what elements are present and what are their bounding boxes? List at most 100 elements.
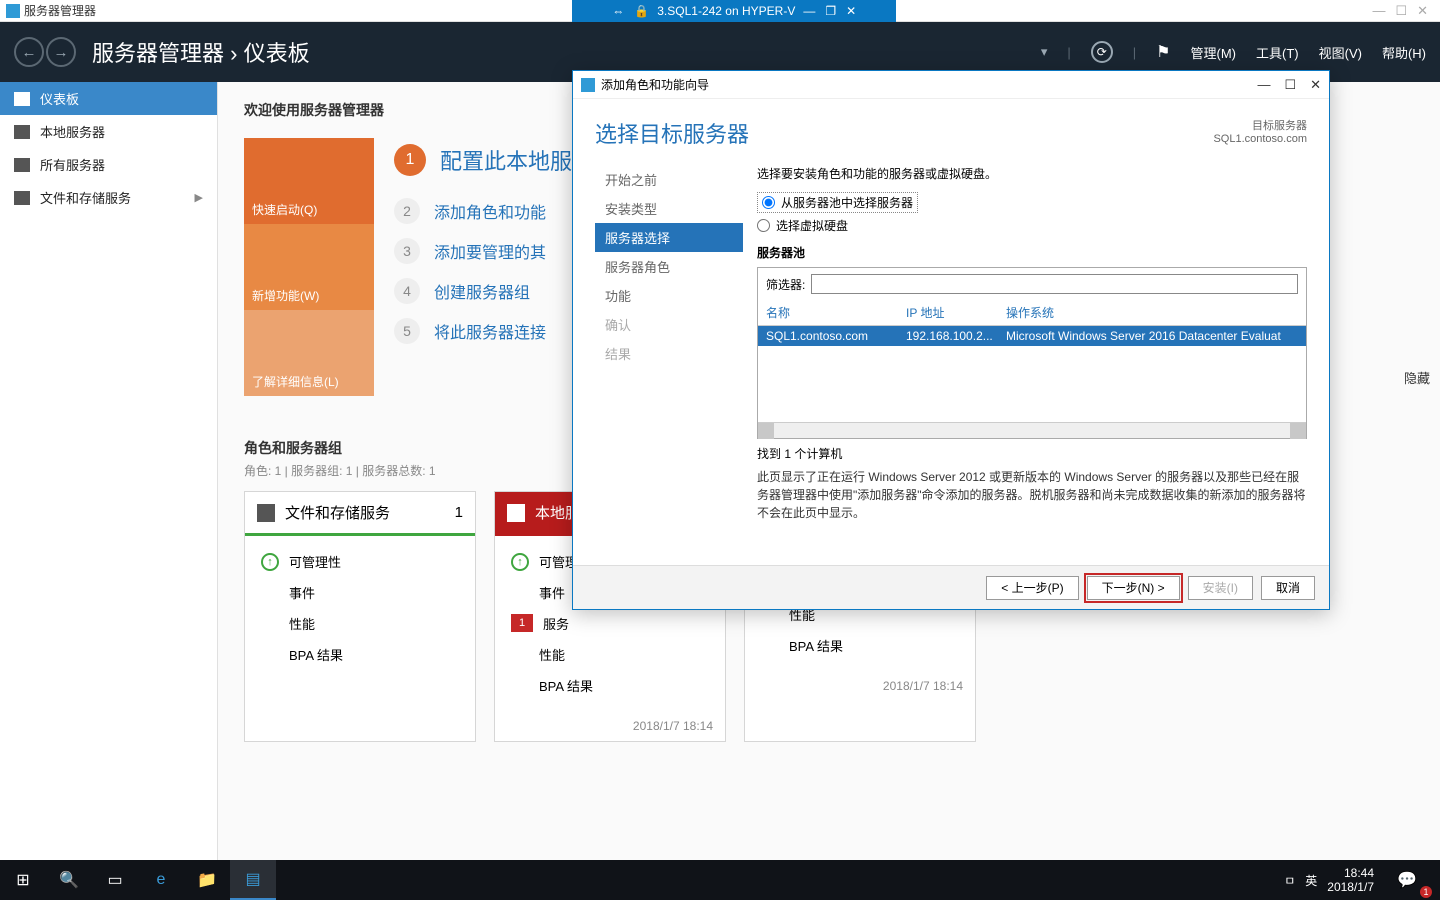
local-bpa-label: BPA 结果 xyxy=(539,676,593,695)
sidebar-label-file: 文件和存储服务 xyxy=(40,188,131,207)
menu-tools[interactable]: 工具(T) xyxy=(1256,43,1299,62)
ime-indicator-2[interactable]: 英 xyxy=(1305,872,1317,889)
pool-table-row[interactable]: SQL1.contoso.com 192.168.100.2... Micros… xyxy=(758,326,1306,346)
sidebar-item-all[interactable]: 所有服务器 xyxy=(0,148,217,181)
third-bpa-label: BPA 结果 xyxy=(789,636,843,655)
file-card-title: 文件和存储服务 xyxy=(285,502,390,523)
up-arrow-icon: ↑ xyxy=(511,553,529,571)
sidebar-label-dashboard: 仪表板 xyxy=(40,89,79,108)
file-events-label: 事件 xyxy=(289,583,315,602)
filter-input[interactable] xyxy=(811,274,1298,294)
nav-select[interactable]: 服务器选择 xyxy=(595,223,743,252)
ime-indicator-1[interactable]: ㅁ xyxy=(1284,872,1295,889)
found-count: 找到 1 个计算机 xyxy=(757,445,1307,462)
vm-pin-icon[interactable]: ⇔ xyxy=(612,4,624,18)
prev-button[interactable]: < 上一步(P) xyxy=(986,576,1078,600)
notifications-icon[interactable]: 💬1 xyxy=(1384,860,1430,900)
taskbar-explorer-icon[interactable]: 📁 xyxy=(184,860,230,900)
server-pool-box: 筛选器: 名称 IP 地址 操作系统 SQL1.contoso.com 192.… xyxy=(757,267,1307,439)
col-name[interactable]: 名称 xyxy=(766,304,906,321)
sidebar-item-file[interactable]: 文件和存储服务 ▶ xyxy=(0,181,217,214)
outer-minimize-icon[interactable]: — xyxy=(1372,3,1385,19)
clock-date: 2018/1/7 xyxy=(1327,880,1374,894)
radio-vhd[interactable] xyxy=(757,219,770,232)
taskbar-server-manager-icon[interactable]: ▤ xyxy=(230,860,276,900)
col-os[interactable]: 操作系统 xyxy=(1006,304,1298,321)
scroll-left-icon[interactable] xyxy=(758,423,774,439)
wizard-title-text: 添加角色和功能向导 xyxy=(601,76,709,93)
wizard-maximize-icon[interactable]: ☐ xyxy=(1284,77,1296,93)
all-servers-icon xyxy=(14,158,30,172)
step-configure-local[interactable]: 配置此本地服 xyxy=(440,144,572,176)
server-manager-icon xyxy=(6,4,20,18)
step-add-roles[interactable]: 添加角色和功能 xyxy=(434,199,546,223)
start-button[interactable]: ⊞ xyxy=(0,860,46,900)
outer-close-icon[interactable]: ✕ xyxy=(1417,3,1428,19)
app-title: 服务器管理器 xyxy=(24,2,96,19)
step-connect-cloud[interactable]: 将此服务器连接 xyxy=(434,319,546,343)
vm-close-icon[interactable]: ✕ xyxy=(846,4,856,18)
step-create-group[interactable]: 创建服务器组 xyxy=(434,279,530,303)
file-bpa-label: BPA 结果 xyxy=(289,645,343,664)
nav-forward-button[interactable]: → xyxy=(46,37,76,67)
flag-icon[interactable]: ⚑ xyxy=(1156,42,1170,62)
taskbar-ie-icon[interactable]: e xyxy=(138,860,184,900)
vm-maximize-icon[interactable]: ❐ xyxy=(825,4,836,18)
nav-type[interactable]: 安装类型 xyxy=(595,194,743,223)
outer-maximize-icon[interactable]: ☐ xyxy=(1395,3,1407,19)
add-roles-wizard: 添加角色和功能向导 — ☐ ✕ 选择目标服务器 目标服务器 SQL1.conto… xyxy=(572,70,1330,610)
radio-from-pool[interactable] xyxy=(762,196,775,209)
file-card-icon xyxy=(257,504,275,522)
hide-link[interactable]: 隐藏 xyxy=(1404,368,1430,387)
nav-before[interactable]: 开始之前 xyxy=(595,165,743,194)
breadcrumb-sep: › xyxy=(230,41,237,66)
taskview-icon[interactable]: ▭ xyxy=(92,860,138,900)
tile-learnmore[interactable]: 了解详细信息(L) xyxy=(244,310,374,396)
file-perf-label: 性能 xyxy=(289,614,315,633)
search-icon[interactable]: 🔍 xyxy=(46,860,92,900)
step-number-5: 5 xyxy=(394,318,420,344)
card-file-storage[interactable]: 文件和存储服务 1 ↑可管理性 事件 性能 BPA 结果 xyxy=(244,491,476,742)
local-card-icon xyxy=(507,504,525,522)
menu-view[interactable]: 视图(V) xyxy=(1319,43,1362,62)
nav-features[interactable]: 功能 xyxy=(595,281,743,310)
radio-from-pool-label: 从服务器池中选择服务器 xyxy=(781,194,913,211)
nav-back-button[interactable]: ← xyxy=(14,37,44,67)
refresh-icon[interactable]: ⟳ xyxy=(1091,41,1113,63)
next-button[interactable]: 下一步(N) > xyxy=(1087,576,1180,600)
file-card-count: 1 xyxy=(455,504,463,521)
step-number-4: 4 xyxy=(394,278,420,304)
local-server-icon xyxy=(14,125,30,139)
wizard-minimize-icon[interactable]: — xyxy=(1257,77,1270,93)
cancel-button[interactable]: 取消 xyxy=(1261,576,1315,600)
notif-badge: 1 xyxy=(1420,886,1432,898)
nav-roles[interactable]: 服务器角色 xyxy=(595,252,743,281)
sidebar-item-dashboard[interactable]: 仪表板 xyxy=(0,82,217,115)
sidebar-item-local[interactable]: 本地服务器 xyxy=(0,115,217,148)
wizard-description: 选择要安装角色和功能的服务器或虚拟硬盘。 xyxy=(757,165,1307,182)
step-add-servers[interactable]: 添加要管理的其 xyxy=(434,239,546,263)
menu-help[interactable]: 帮助(H) xyxy=(1382,43,1426,62)
breadcrumb-current: 仪表板 xyxy=(244,41,310,66)
vm-minimize-icon[interactable]: — xyxy=(803,4,815,18)
local-events-label: 事件 xyxy=(539,583,565,602)
scroll-right-icon[interactable] xyxy=(1290,423,1306,439)
wizard-page-title: 选择目标服务器 xyxy=(595,117,749,149)
horizontal-scrollbar[interactable] xyxy=(758,422,1306,438)
chevron-right-icon: ▶ xyxy=(195,191,203,204)
tile-quickstart[interactable]: 快速启动(Q) xyxy=(244,138,374,224)
install-button: 安装(I) xyxy=(1188,576,1253,600)
clock-time: 18:44 xyxy=(1327,866,1374,880)
wizard-button-row: < 上一步(P) 下一步(N) > 安装(I) 取消 xyxy=(573,565,1329,609)
col-ip[interactable]: IP 地址 xyxy=(906,304,1006,321)
vm-session-bar: ⇔ 🔒 3.SQL1-242 on HYPER-V — ❐ ✕ xyxy=(572,0,896,22)
breadcrumb-root[interactable]: 服务器管理器 xyxy=(92,41,224,66)
taskbar-clock[interactable]: 18:44 2018/1/7 xyxy=(1327,866,1374,895)
local-perf-label: 性能 xyxy=(539,645,565,664)
menu-manage[interactable]: 管理(M) xyxy=(1191,43,1237,62)
wizard-close-icon[interactable]: ✕ xyxy=(1310,77,1321,93)
wizard-icon xyxy=(581,78,595,92)
vm-lock-icon[interactable]: 🔒 xyxy=(634,4,649,18)
dashboard-icon xyxy=(14,92,30,106)
tile-whatsnew[interactable]: 新增功能(W) xyxy=(244,224,374,310)
